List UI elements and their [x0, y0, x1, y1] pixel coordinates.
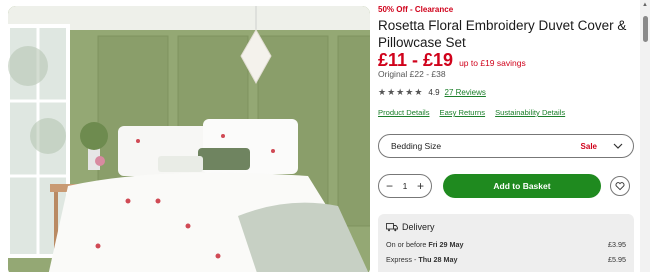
sale-badge: Sale	[580, 141, 597, 151]
delivery-panel: Delivery On or before Fri 29 May £3.95 E…	[378, 214, 634, 272]
delivery-option-label: On or before	[386, 240, 427, 249]
savings-text: up to £19 savings	[459, 58, 526, 68]
original-price: Original £22 - £38	[378, 69, 446, 79]
rating-stars: ★ ★ ★ ★ ★	[378, 88, 422, 97]
quantity-stepper: − 1 +	[378, 174, 432, 198]
price-row: £11 - £19 up to £19 savings	[378, 50, 526, 71]
delivery-option-date: Fri 29 May	[428, 240, 464, 249]
add-to-basket-button[interactable]: Add to Basket	[443, 174, 601, 198]
promo-label: 50% Off - Clearance	[378, 5, 454, 14]
size-select-label: Bedding Size	[391, 141, 442, 151]
scroll-up-arrow-icon[interactable]: ▲	[642, 2, 648, 8]
reviews-link[interactable]: 27 Reviews	[445, 88, 486, 97]
delivery-heading: Delivery	[386, 222, 626, 232]
delivery-option-price: £3.95	[608, 240, 626, 249]
delivery-option-date: Thu 28 May	[418, 255, 458, 264]
rating-value: 4.9	[428, 88, 440, 97]
increase-quantity-button[interactable]: +	[417, 180, 424, 192]
decrease-quantity-button[interactable]: −	[386, 180, 393, 192]
info-links: Product Details Easy Returns Sustainabil…	[378, 108, 565, 117]
product-title: Rosetta Floral Embroidery Duvet Cover & …	[378, 18, 627, 50]
sustainability-link[interactable]: Sustainability Details	[495, 108, 565, 117]
page-scrollbar[interactable]: ▲	[640, 0, 650, 272]
star-icon: ★	[378, 87, 387, 97]
bedding-size-select[interactable]: Bedding Size Sale	[378, 134, 634, 158]
star-icon: ★	[396, 87, 405, 97]
product-image[interactable]	[8, 6, 370, 272]
delivery-option: Express - Thu 28 May £5.95	[386, 255, 626, 264]
delivery-option-price: £5.95	[608, 255, 626, 264]
delivery-option: On or before Fri 29 May £3.95	[386, 240, 626, 249]
delivery-title: Delivery	[402, 222, 435, 232]
star-icon: ★	[387, 87, 396, 97]
easy-returns-link[interactable]: Easy Returns	[440, 108, 486, 117]
delivery-option-label: Express -	[386, 255, 419, 264]
star-icon: ★	[414, 87, 423, 97]
star-icon: ★	[405, 87, 414, 97]
quantity-value: 1	[402, 181, 408, 191]
price: £11 - £19	[378, 50, 454, 70]
heart-icon	[615, 182, 625, 191]
truck-icon	[386, 223, 398, 232]
chevron-down-icon	[613, 143, 623, 149]
rating-row: ★ ★ ★ ★ ★ 4.9 27 Reviews	[378, 88, 486, 98]
scroll-thumb[interactable]	[643, 16, 648, 42]
wishlist-button[interactable]	[610, 176, 630, 196]
product-details-link[interactable]: Product Details	[378, 108, 430, 117]
